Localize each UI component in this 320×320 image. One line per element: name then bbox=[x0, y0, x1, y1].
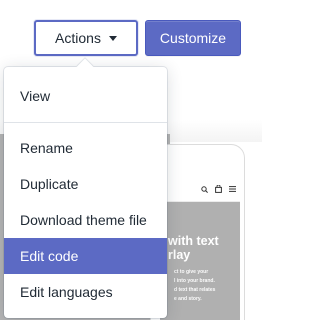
menu-divider bbox=[4, 122, 167, 123]
actions-button[interactable]: Actions bbox=[34, 20, 138, 56]
bag-icon bbox=[215, 185, 222, 193]
menu-item-download-theme-file[interactable]: Download theme file bbox=[4, 202, 167, 238]
chevron-down-icon bbox=[108, 36, 117, 41]
menu-item-edit-code[interactable]: Edit code bbox=[4, 238, 167, 274]
menu-item-duplicate[interactable]: Duplicate bbox=[4, 166, 167, 202]
actions-label: Actions bbox=[55, 30, 101, 46]
menu-icon bbox=[229, 186, 236, 192]
customize-button[interactable]: Customize bbox=[145, 20, 241, 56]
mobile-header-icons bbox=[186, 183, 242, 195]
menu-item-view[interactable]: View bbox=[4, 78, 167, 114]
search-icon bbox=[201, 185, 208, 193]
menu-item-rename[interactable]: Rename bbox=[4, 130, 167, 166]
hero-title: with text rlay bbox=[168, 234, 219, 262]
hero-body-text: ct to give your l into your brand. d tex… bbox=[174, 269, 216, 302]
menu-item-edit-languages[interactable]: Edit languages bbox=[4, 274, 167, 310]
